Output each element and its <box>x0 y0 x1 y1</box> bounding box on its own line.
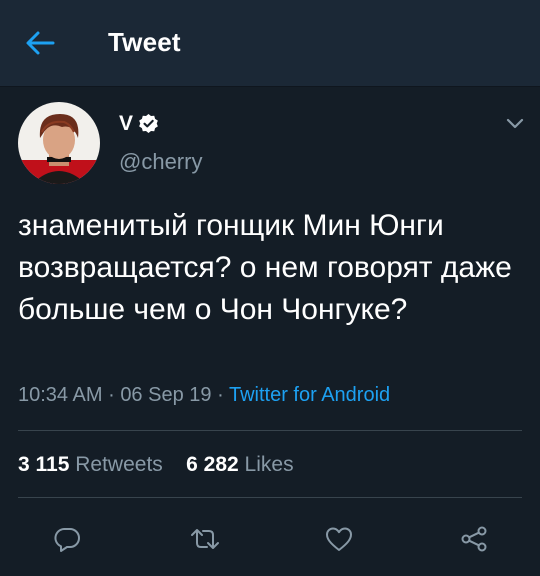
reply-icon <box>54 528 80 552</box>
like-button[interactable] <box>319 519 359 559</box>
divider <box>18 497 522 498</box>
back-button[interactable] <box>20 25 60 61</box>
retweet-button[interactable] <box>185 519 225 559</box>
author-handle[interactable]: @cherry <box>119 149 202 175</box>
tweet-meta: 10:34 AM · 06 Sep 19 · Twitter for Andro… <box>18 384 390 407</box>
reply-button[interactable] <box>47 519 87 559</box>
tweet-time: 10:34 AM <box>18 384 103 406</box>
tweet-detail-screen: Tweet V @cherry знаменитый гонщик Мин Юн… <box>0 0 540 576</box>
retweets-label: Retweets <box>75 453 163 476</box>
share-icon <box>461 526 487 552</box>
chevron-down-icon[interactable] <box>503 112 527 134</box>
share-button[interactable] <box>454 519 494 559</box>
divider <box>18 430 522 431</box>
retweets-count: 3 115 <box>18 453 70 476</box>
tweet-text: знаменитый гонщик Мин Юнги возвращается?… <box>18 209 512 326</box>
retweets-stat[interactable]: 3 115 Retweets <box>18 453 163 476</box>
tweet-source-link[interactable]: Twitter for Android <box>229 384 390 406</box>
likes-stat[interactable]: 6 282 Likes <box>186 453 293 476</box>
avatar[interactable] <box>18 102 100 184</box>
heart-icon <box>326 527 352 551</box>
top-app-bar: Tweet <box>0 0 540 87</box>
likes-count: 6 282 <box>186 453 239 476</box>
avatar-image <box>18 102 100 184</box>
author-name[interactable]: V <box>119 112 133 136</box>
meta-separator: · <box>108 384 115 406</box>
arrow-left-icon <box>26 31 55 55</box>
tweet-date: 06 Sep 19 <box>120 384 212 406</box>
tweet-stats: 3 115 Retweets 6 282 Likes <box>18 453 294 477</box>
page-title: Tweet <box>108 27 181 57</box>
likes-label: Likes <box>244 453 294 476</box>
meta-separator: · <box>217 384 224 406</box>
retweet-icon <box>191 529 219 549</box>
verified-badge-icon <box>139 113 158 134</box>
